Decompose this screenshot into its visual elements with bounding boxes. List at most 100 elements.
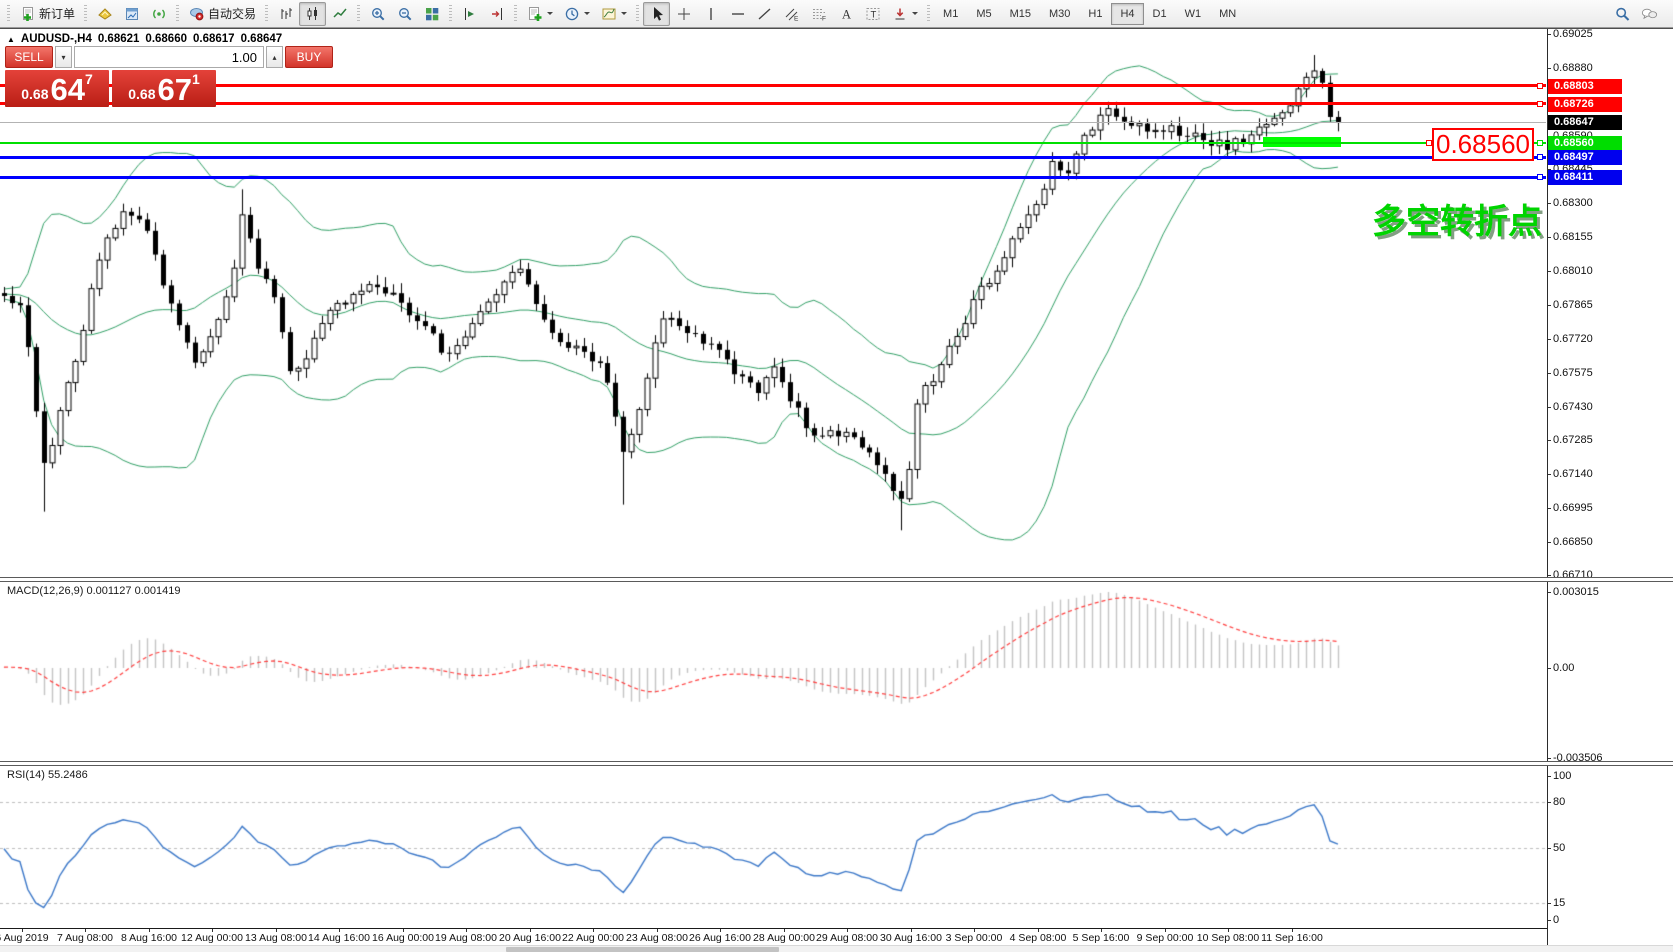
svg-text:A: A	[842, 7, 851, 21]
level-price-tag: 0.68411	[1548, 170, 1622, 185]
text-button[interactable]: A	[832, 2, 859, 26]
signal-icon	[150, 5, 167, 22]
market-watch-button[interactable]	[118, 2, 145, 26]
collapse-arrow-icon[interactable]: ▲	[7, 35, 15, 44]
cursor-icon	[648, 5, 665, 22]
arrows-button[interactable]	[886, 2, 923, 26]
date-axis-label: 20 Aug 16:00	[499, 932, 561, 944]
toolbar-button-label: 自动交易	[208, 5, 256, 22]
volume-up-button[interactable]: ▴	[266, 46, 283, 68]
timeframe-w1-button[interactable]: W1	[1176, 3, 1211, 25]
level-price-callout: 0.68560	[1432, 128, 1534, 161]
ohlc-close: 0.68647	[241, 33, 283, 45]
chart-window-icon	[123, 5, 140, 22]
main-chart-canvas[interactable]	[0, 28, 1547, 578]
rsi-pane-canvas[interactable]	[0, 766, 1547, 928]
price-axis-label: 0.68155	[1553, 231, 1593, 243]
date-axis[interactable]: 6 Aug 20197 Aug 08:008 Aug 16:0012 Aug 0…	[0, 928, 1547, 945]
date-axis-label: 28 Aug 00:00	[753, 932, 815, 944]
zoom-out-button[interactable]	[391, 2, 418, 26]
ohlc-open: 0.68621	[98, 33, 140, 45]
price-axis-label: 0.67430	[1553, 401, 1593, 413]
vline-icon	[702, 5, 719, 22]
chart-shift-button[interactable]	[483, 2, 510, 26]
timeframe-mn-button[interactable]: MN	[1210, 3, 1245, 25]
date-axis-label: 22 Aug 00:00	[562, 932, 624, 944]
horizontal-line-button[interactable]	[724, 2, 751, 26]
vertical-line-button[interactable]	[697, 2, 724, 26]
date-axis-label: 11 Sep 16:00	[1261, 932, 1323, 944]
macd-pane-canvas[interactable]	[0, 582, 1547, 762]
indicators-button[interactable]	[521, 2, 558, 26]
trendline-icon	[756, 5, 773, 22]
pane-splitter[interactable]	[0, 577, 1673, 582]
timeframe-m30-button[interactable]: M30	[1040, 3, 1079, 25]
timeframe-m1-button[interactable]: M1	[934, 3, 967, 25]
search-icon[interactable]	[1614, 5, 1631, 22]
toolbar-grip	[176, 5, 179, 23]
timeframe-d1-button[interactable]: D1	[1144, 3, 1176, 25]
text-label-button[interactable]: T	[859, 2, 886, 26]
date-axis-label: 23 Aug 08:00	[626, 932, 688, 944]
new-order-button[interactable]: 新订单	[14, 2, 80, 26]
line-chart-button[interactable]	[326, 2, 353, 26]
horizontal-level-line	[0, 176, 1546, 179]
horizontal-scrollbar[interactable]	[0, 945, 1673, 952]
price-axis-label: 0.67720	[1553, 333, 1593, 345]
timeframe-m15-button[interactable]: M15	[1001, 3, 1040, 25]
buy-button[interactable]: BUY	[285, 46, 333, 68]
sell-price-button[interactable]: 0.68 64 7	[5, 70, 109, 107]
fibonacci-button[interactable]: F	[805, 2, 832, 26]
timeframe-h4-button[interactable]: H4	[1111, 3, 1143, 25]
equidistant-channel-button[interactable]: E	[778, 2, 805, 26]
price-axis-label: 0.67575	[1553, 367, 1593, 379]
crosshair-button[interactable]	[670, 2, 697, 26]
bar-chart-button[interactable]	[272, 2, 299, 26]
autotrading-icon	[188, 5, 205, 22]
buy-price-button[interactable]: 0.68 67 1	[112, 70, 216, 107]
horizontal-level-line	[0, 156, 1546, 159]
line-anchor-handle	[1537, 140, 1543, 146]
auto-scroll-icon	[461, 5, 478, 22]
line-anchor-handle	[1537, 101, 1543, 107]
periods-button[interactable]	[558, 2, 595, 26]
zoom-in-button[interactable]	[364, 2, 391, 26]
buy-price-big: 67	[157, 75, 191, 105]
rsi-axis-label: 50	[1553, 842, 1565, 854]
arrow-tool-icon	[891, 5, 908, 22]
chart-window-border	[0, 28, 1673, 29]
volume-input[interactable]	[74, 46, 264, 68]
auto-trading-button[interactable]: 自动交易	[183, 2, 261, 26]
chat-icon[interactable]	[1641, 5, 1658, 22]
date-axis-label: 12 Aug 00:00	[181, 932, 243, 944]
templates-button[interactable]	[595, 2, 632, 26]
date-axis-label: 16 Aug 00:00	[372, 932, 434, 944]
price-axis-label: 0.67140	[1553, 468, 1593, 480]
dropdown-caret-icon	[584, 12, 590, 18]
volume-down-button[interactable]: ▾	[55, 46, 72, 68]
timeframe-m5-button[interactable]: M5	[967, 3, 1000, 25]
line-chart-icon	[331, 5, 348, 22]
toolbar-grip	[449, 5, 452, 23]
quotes-button[interactable]	[91, 2, 118, 26]
trendline-button[interactable]	[751, 2, 778, 26]
price-axis-label: 0.68010	[1553, 265, 1593, 277]
toolbar-grip	[636, 5, 639, 23]
ohlc-high: 0.68660	[145, 33, 187, 45]
date-axis-label: 26 Aug 16:00	[689, 932, 751, 944]
price-axis-label: 0.68880	[1553, 62, 1593, 74]
signals-button[interactable]	[145, 2, 172, 26]
scrollbar-thumb[interactable]	[506, 947, 779, 952]
candlestick-chart-button[interactable]	[299, 2, 326, 26]
crosshair-icon	[675, 5, 692, 22]
sell-button[interactable]: SELL	[5, 46, 53, 68]
cursor-button[interactable]	[643, 2, 670, 26]
date-axis-label: 13 Aug 08:00	[245, 932, 307, 944]
pane-splitter[interactable]	[0, 761, 1673, 766]
tile-icon	[423, 5, 440, 22]
auto-scroll-button[interactable]	[456, 2, 483, 26]
timeframe-h1-button[interactable]: H1	[1079, 3, 1111, 25]
date-axis-label: 29 Aug 08:00	[816, 932, 878, 944]
horizontal-level-line	[0, 102, 1546, 105]
tile-windows-button[interactable]	[418, 2, 445, 26]
